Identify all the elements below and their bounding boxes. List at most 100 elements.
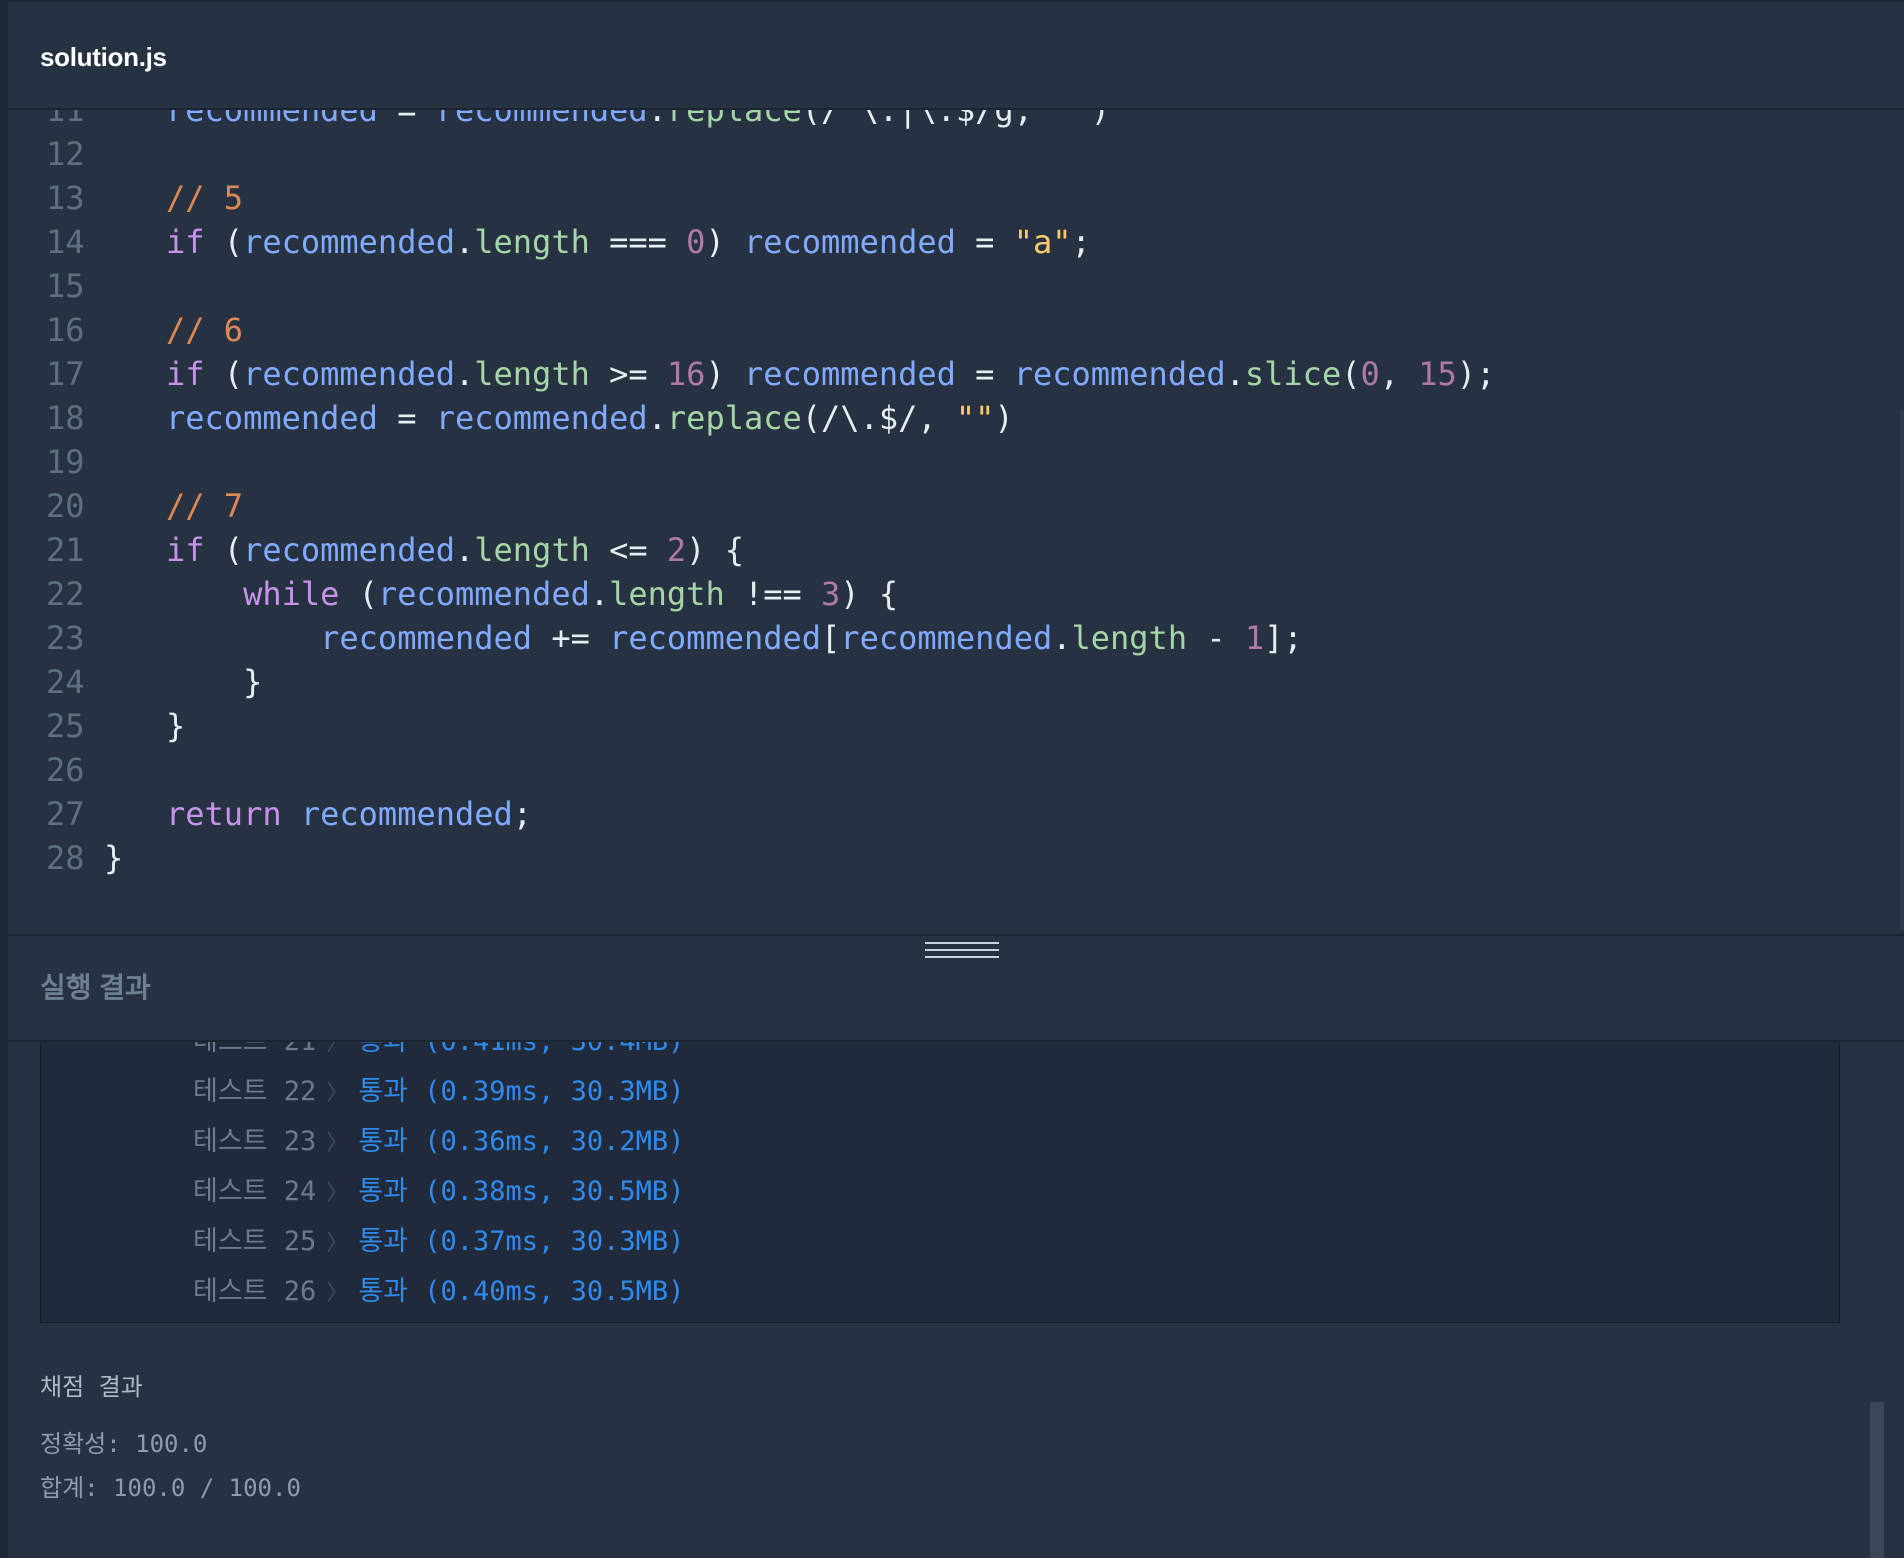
code-line[interactable]: 23 recommended += recommended[recommende… — [8, 616, 1898, 660]
chevron-right-icon: 〉 — [326, 1281, 349, 1306]
test-status: 통과 — [358, 1276, 408, 1307]
code-editor[interactable]: 11 recommended = recommended.replace(/^\.… — [8, 110, 1904, 934]
code-line[interactable]: 17 if (recommended.length >= 16) recommen… — [8, 352, 1898, 396]
code-token: "a" — [1013, 223, 1072, 261]
code-token: recommended — [243, 531, 455, 569]
code-line[interactable]: 22 while (recommended.length !== 3) { — [8, 572, 1898, 616]
code-line[interactable]: 26 — [8, 748, 1898, 792]
code-token: ]; — [1264, 619, 1303, 657]
code-text: recommended = recommended.replace(/^\.|\… — [166, 110, 1110, 132]
code-line[interactable]: 14 if (recommended.length === 0) recommen… — [8, 220, 1898, 264]
line-number: 19 — [46, 443, 85, 481]
code-token: replace — [666, 399, 802, 437]
line-number: 15 — [46, 267, 85, 305]
test-result-row: 테스트 21 〉 통과 (0.41ms, 30.4MB) — [193, 1042, 684, 1067]
line-number: 27 — [46, 795, 85, 833]
test-result-row: 테스트 22 〉 통과 (0.39ms, 30.3MB) — [193, 1067, 684, 1117]
code-token: recommended — [1013, 355, 1226, 393]
test-name: 테스트 24 — [193, 1176, 317, 1207]
code-line[interactable]: 24 } — [8, 660, 1898, 704]
code-token: recommended — [320, 619, 533, 657]
test-detail: (0.36ms, 30.2MB) — [424, 1126, 685, 1157]
code-token: ); — [1456, 355, 1496, 393]
test-name: 테스트 21 — [193, 1042, 316, 1057]
code-line[interactable]: 11 recommended = recommended.replace(/^\.… — [8, 110, 1898, 132]
code-token: - — [1187, 619, 1245, 657]
test-status: 통과 — [358, 1176, 408, 1207]
code-token: } — [104, 839, 124, 877]
code-token: } — [166, 663, 263, 701]
code-token: recommended — [377, 575, 590, 613]
code-text: while (recommended.length !== 3) { — [166, 572, 898, 616]
code-token: // 7 — [166, 487, 244, 525]
code-token: ( — [204, 531, 244, 569]
line-number: 28 — [46, 839, 85, 877]
editor-header: solution.js — [8, 2, 1904, 110]
left-border — [0, 0, 8, 1558]
code-text: if (recommended.length <= 2) { — [166, 528, 744, 572]
code-token: recommended — [243, 355, 455, 393]
test-result-row: 테스트 24 〉 통과 (0.38ms, 30.5MB) — [193, 1167, 684, 1217]
code-line[interactable]: 18 recommended = recommended.replace(/\.$… — [8, 396, 1898, 440]
test-detail: (0.41ms, 30.4MB) — [424, 1042, 684, 1057]
code-line[interactable]: 19 — [8, 440, 1898, 484]
code-token: length — [474, 531, 590, 569]
test-result-row: 테스트 26 〉 통과 (0.40ms, 30.5MB) — [193, 1267, 684, 1317]
code-line[interactable]: 12 — [8, 132, 1898, 176]
code-line[interactable]: 20 // 7 — [8, 484, 1898, 528]
line-number: 20 — [46, 487, 85, 525]
code-text: if (recommended.length === 0) recommende… — [166, 220, 1091, 264]
code-line[interactable]: 13 // 5 — [8, 176, 1898, 220]
grading-total: 합계: 100.0 / 100.0 — [40, 1474, 301, 1502]
line-number: 22 — [46, 575, 85, 613]
code-token: = — [955, 223, 1014, 261]
code-scrollbar[interactable] — [1900, 410, 1904, 930]
code-text: // 7 — [166, 484, 243, 528]
code-token: length — [474, 355, 590, 393]
test-name: 테스트 26 — [193, 1276, 317, 1307]
code-token: recommended — [435, 110, 648, 129]
code-token: 16 — [666, 355, 706, 393]
code-line[interactable]: 25} — [8, 704, 1898, 748]
result-scrollbar[interactable] — [1870, 1402, 1884, 1558]
line-number: 11 — [46, 110, 85, 129]
code-token: ; — [1071, 223, 1091, 261]
code-token: // 5 — [166, 179, 244, 217]
code-token: 15 — [1418, 355, 1457, 393]
code-line[interactable]: 15 — [8, 264, 1898, 308]
test-detail: (0.37ms, 30.3MB) — [424, 1226, 685, 1257]
code-token: "" — [955, 399, 995, 437]
code-line[interactable]: 21 if (recommended.length <= 2) { — [8, 528, 1898, 572]
code-text: recommended = recommended.replace(/\.$/,… — [166, 396, 1014, 440]
code-line[interactable]: 28} — [8, 836, 1898, 880]
code-token: . — [589, 575, 610, 613]
code-token: // 6 — [166, 311, 244, 349]
code-token: while — [243, 575, 340, 613]
test-result-row: 테스트 25 〉 통과 (0.37ms, 30.3MB) — [193, 1217, 684, 1267]
line-number: 17 — [46, 355, 85, 393]
line-number: 25 — [46, 707, 85, 745]
test-results-list[interactable]: 테스트 21 〉 통과 (0.41ms, 30.4MB) 테스트 22 〉 통과 (0.3… — [40, 1042, 1840, 1323]
code-token: . — [454, 223, 475, 261]
code-token: if — [166, 531, 205, 569]
code-text: // 6 — [166, 308, 243, 352]
code-token: ; — [512, 795, 533, 833]
code-token: if — [166, 223, 205, 261]
code-token: recommended — [243, 223, 455, 261]
code-token: recommended — [166, 110, 378, 129]
code-token: recommended — [840, 619, 1053, 657]
code-token: } — [166, 707, 186, 745]
test-status: 통과 — [358, 1042, 408, 1057]
code-line[interactable]: 16 // 6 — [8, 308, 1898, 352]
line-number: 12 — [46, 135, 85, 173]
code-token: = — [955, 355, 1014, 393]
grading-title: 채점 결과 — [40, 1373, 143, 1401]
code-token: . — [1225, 355, 1245, 393]
code-token: += — [532, 619, 610, 657]
file-tab[interactable]: solution.js — [40, 42, 167, 73]
code-token: 3 — [821, 575, 841, 613]
drag-handle-icon[interactable] — [925, 942, 999, 962]
code-line[interactable]: 27 return recommended; — [8, 792, 1898, 836]
code-token: . — [647, 399, 667, 437]
